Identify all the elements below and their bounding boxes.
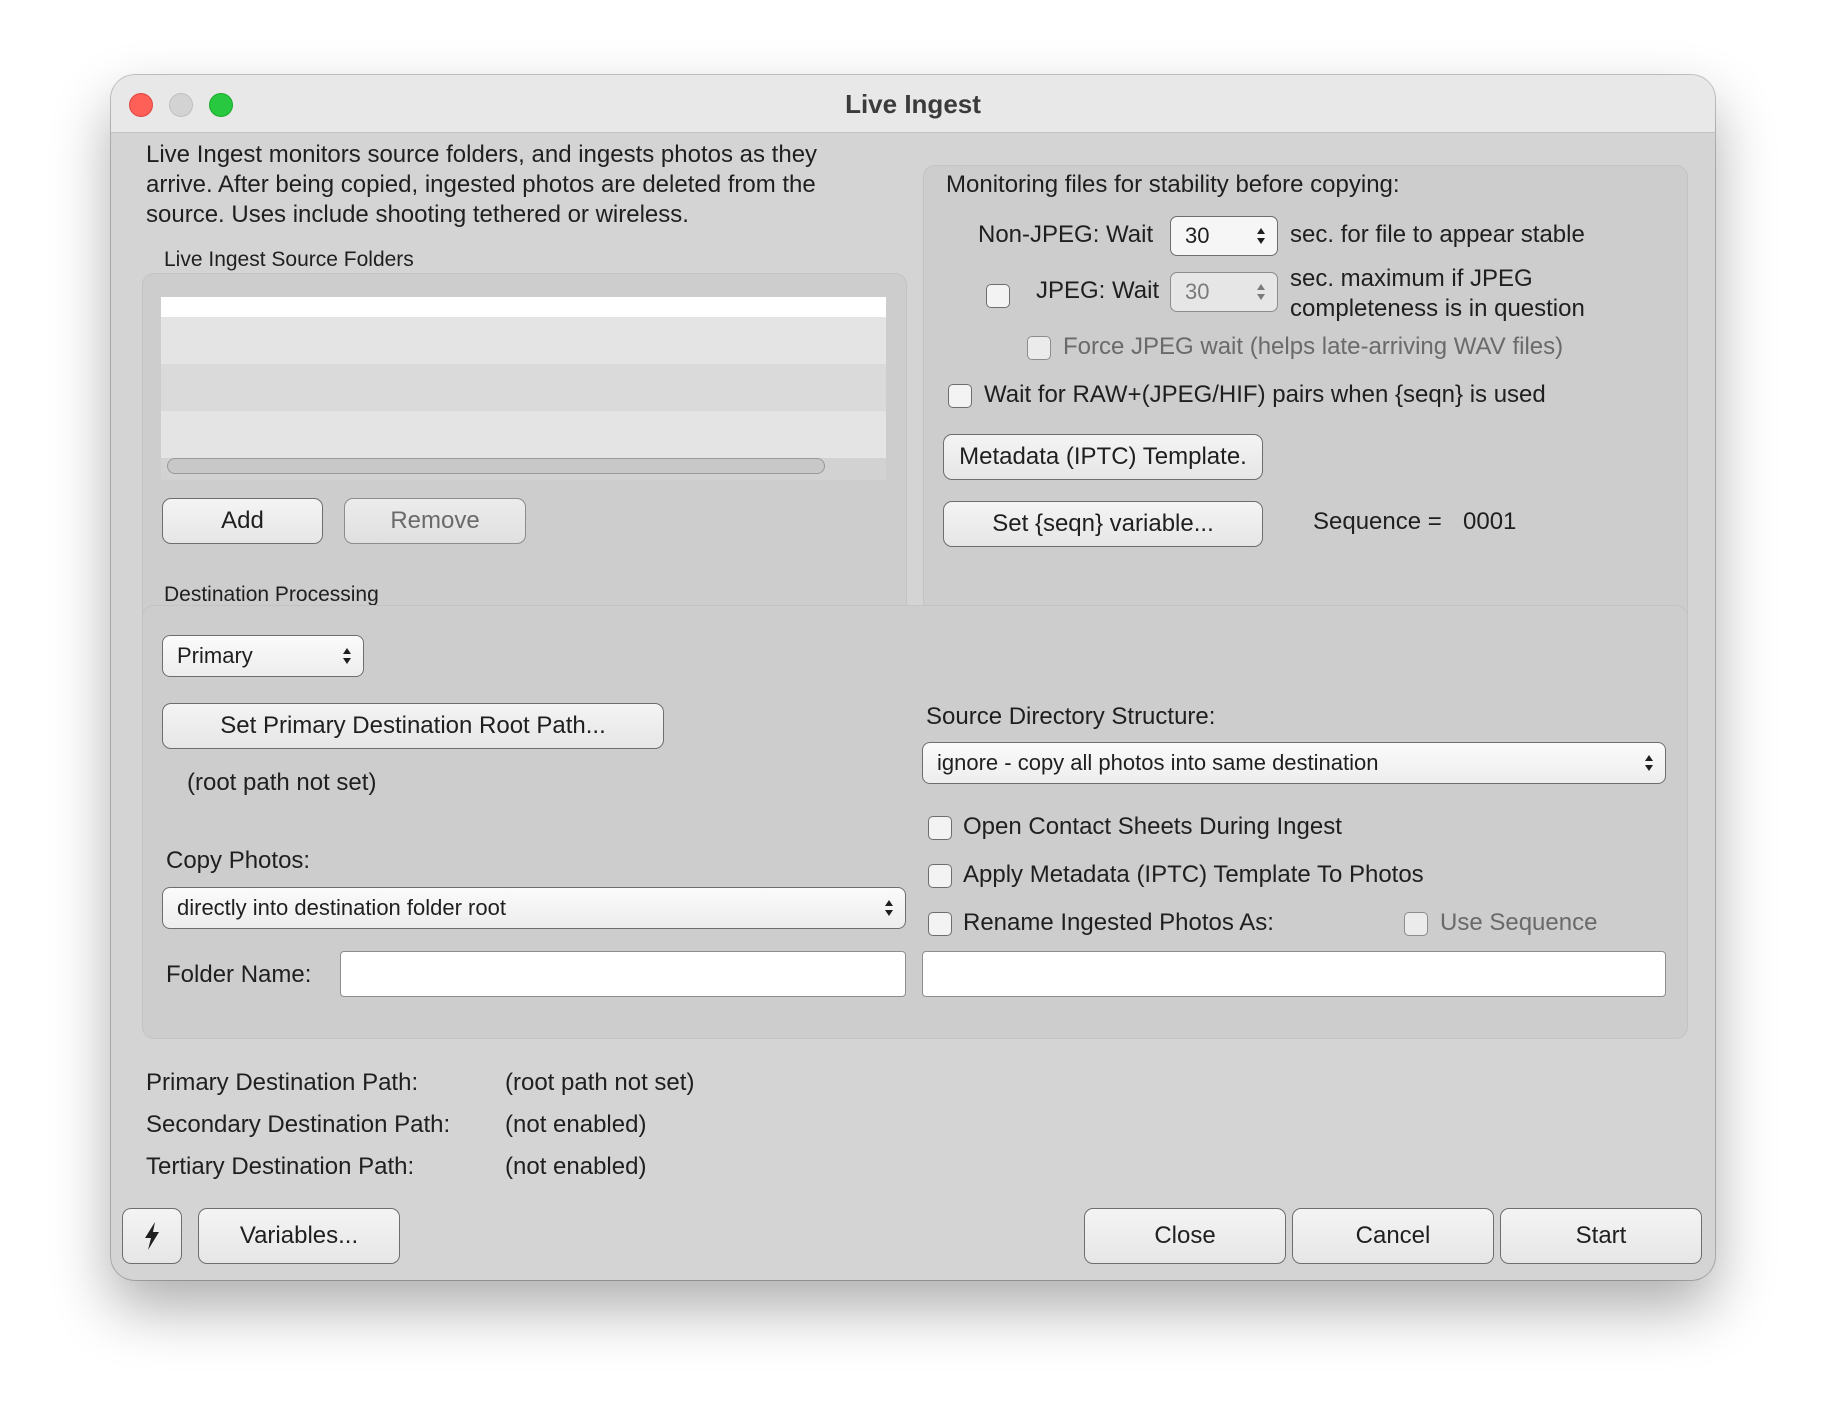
metadata-template-button[interactable]: Metadata (IPTC) Template. (943, 434, 1263, 480)
list-row[interactable] (161, 364, 886, 411)
primary-path-label: Primary Destination Path: (146, 1069, 419, 1096)
list-row[interactable] (161, 317, 886, 364)
source-directory-structure-select[interactable]: ignore - copy all photos into same desti… (922, 742, 1666, 784)
tertiary-path-value: (not enabled) (505, 1153, 647, 1180)
jpeg-wait-suffix-line-1: sec. maximum if JPEG (1290, 265, 1533, 292)
source-list-scrollbar[interactable] (167, 458, 825, 474)
popup-arrows-icon (1645, 755, 1653, 771)
remove-source-button[interactable]: Remove (344, 498, 526, 544)
non-jpeg-wait-value: 30 (1185, 223, 1210, 248)
open-contact-sheets-label: Open Contact Sheets During Ingest (963, 813, 1342, 840)
source-directory-structure-label: Source Directory Structure: (926, 703, 1216, 730)
folder-name-label: Folder Name: (166, 961, 312, 988)
list-row[interactable] (161, 411, 886, 458)
lightning-icon (145, 1222, 159, 1250)
tertiary-path-label: Tertiary Destination Path: (146, 1153, 415, 1180)
set-seqn-variable-button[interactable]: Set {seqn} variable... (943, 501, 1263, 547)
open-contact-sheets-checkbox[interactable] (928, 816, 952, 840)
close-button[interactable]: Close (1084, 1208, 1286, 1264)
jpeg-wait-checkbox[interactable] (986, 284, 1010, 308)
wait-pairs-label: Wait for RAW+(JPEG/HIF) pairs when {seqn… (984, 381, 1546, 408)
destination-select[interactable]: Primary (162, 635, 364, 677)
non-jpeg-wait-stepper[interactable]: 30 (1170, 216, 1278, 256)
force-jpeg-wait-label: Force JPEG wait (helps late-arriving WAV… (1063, 333, 1564, 360)
jpeg-wait-label: JPEG: Wait (1036, 277, 1160, 304)
start-button[interactable]: Start (1500, 1208, 1702, 1264)
popup-arrows-icon (885, 900, 893, 916)
copy-photos-label: Copy Photos: (166, 847, 311, 874)
window-title: Live Ingest (845, 89, 981, 119)
add-source-button[interactable]: Add (162, 498, 323, 544)
rename-pattern-input[interactable] (922, 951, 1666, 997)
intro-text-line-1: Live Ingest monitors source folders, and… (146, 141, 818, 168)
live-ingest-window: Live Ingest Live Ingest monitors source … (111, 75, 1715, 1280)
source-folders-label: Live Ingest Source Folders (164, 248, 414, 271)
sequence-value: 0001 (1463, 508, 1517, 535)
popup-arrows-icon (343, 648, 351, 664)
copy-photos-select[interactable]: directly into destination folder root (162, 887, 906, 929)
primary-path-value: (root path not set) (505, 1069, 695, 1096)
jpeg-wait-stepper[interactable]: 30 (1170, 272, 1278, 312)
jpeg-wait-suffix-line-2: completeness is in question (1290, 295, 1585, 322)
apply-metadata-label: Apply Metadata (IPTC) Template To Photos (963, 861, 1424, 888)
destination-select-value: Primary (177, 643, 253, 668)
intro-text-line-2: arrive. After being copied, ingested pho… (146, 171, 816, 198)
copy-photos-select-value: directly into destination folder root (177, 895, 506, 920)
rename-photos-label: Rename Ingested Photos As: (963, 909, 1274, 936)
sequence-label: Sequence = (1313, 508, 1442, 535)
jpeg-wait-value: 30 (1185, 279, 1210, 304)
folder-name-input[interactable] (340, 951, 906, 997)
apply-metadata-checkbox[interactable] (928, 864, 952, 888)
lightning-button[interactable] (122, 1208, 182, 1264)
use-sequence-checkbox[interactable] (1404, 912, 1428, 936)
non-jpeg-wait-suffix: sec. for file to appear stable (1290, 221, 1585, 248)
stepper-arrows-icon[interactable] (1255, 281, 1267, 303)
title-bar: Live Ingest (111, 75, 1715, 133)
cancel-button[interactable]: Cancel (1292, 1208, 1494, 1264)
destination-processing-label: Destination Processing (164, 583, 379, 606)
non-jpeg-wait-label: Non-JPEG: Wait (978, 221, 1154, 248)
wait-pairs-checkbox[interactable] (948, 384, 972, 408)
source-directory-structure-value: ignore - copy all photos into same desti… (937, 750, 1379, 775)
rename-photos-checkbox[interactable] (928, 912, 952, 936)
root-path-status: (root path not set) (187, 769, 377, 796)
stepper-arrows-icon[interactable] (1255, 225, 1267, 247)
use-sequence-label: Use Sequence (1440, 909, 1598, 936)
intro-text-line-3: source. Uses include shooting tethered o… (146, 201, 689, 228)
list-row[interactable] (161, 297, 886, 317)
force-jpeg-wait-checkbox[interactable] (1027, 336, 1051, 360)
source-folders-list[interactable] (161, 297, 886, 480)
secondary-path-value: (not enabled) (505, 1111, 647, 1138)
variables-button[interactable]: Variables... (198, 1208, 400, 1264)
monitoring-heading: Monitoring files for stability before co… (946, 171, 1400, 198)
set-primary-root-path-button[interactable]: Set Primary Destination Root Path... (162, 703, 664, 749)
secondary-path-label: Secondary Destination Path: (146, 1111, 451, 1138)
